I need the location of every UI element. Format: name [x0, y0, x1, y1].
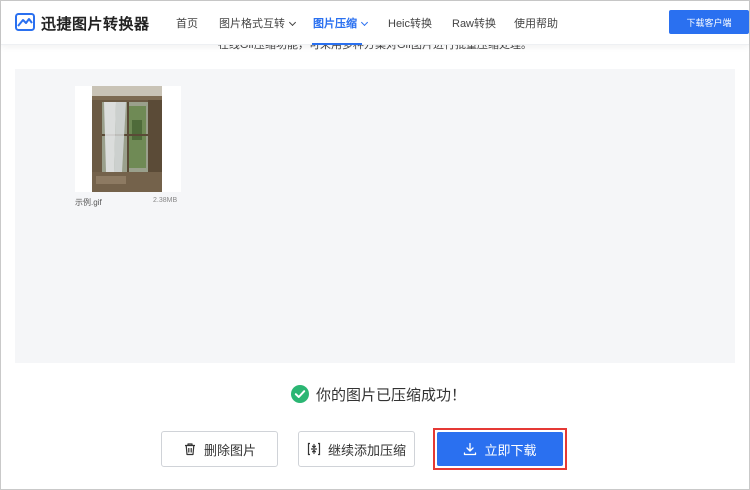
continue-add-compress-button[interactable]: 继续添加压缩: [298, 431, 415, 467]
file-name: 示例.gif: [75, 198, 102, 207]
nav-item-home[interactable]: 首页: [176, 15, 198, 31]
landscape-image-icon[interactable]: [15, 12, 35, 32]
nav-item-heic[interactable]: Heic转换: [388, 15, 432, 31]
download-highlight-frame: 立即下载: [433, 428, 567, 470]
nav-item-compress[interactable]: 图片压缩: [313, 15, 369, 31]
file-size: 2.38MB: [153, 197, 178, 204]
download-now-button[interactable]: 立即下载: [437, 432, 563, 466]
trash-icon: [184, 443, 195, 456]
nav-item-format-convert[interactable]: 图片格式互转: [219, 15, 297, 31]
nav-item-help[interactable]: 使用帮助: [514, 15, 558, 31]
app-title[interactable]: 迅捷图片转换器: [41, 13, 150, 34]
delete-image-button[interactable]: 删除图片: [161, 431, 278, 467]
check-circle-icon: [291, 385, 309, 403]
photo-preview: [92, 86, 162, 192]
active-tab-indicator: [312, 43, 362, 45]
compress-add-icon: [307, 442, 321, 456]
image-thumbnail[interactable]: [75, 86, 181, 192]
nav-item-raw[interactable]: Raw转换: [452, 15, 496, 31]
chevron-down-icon: [360, 18, 369, 27]
chevron-down-icon: [288, 18, 297, 27]
success-message: 你的图片已压缩成功！: [291, 384, 466, 404]
top-nav-bar: 迅捷图片转换器 首页 图片格式互转 图片压缩 Heic转换 Raw转换 使用帮助…: [1, 1, 749, 45]
download-client-button[interactable]: 下载客户端: [669, 10, 749, 34]
success-text: 你的图片已压缩成功！: [316, 386, 467, 404]
download-icon: [464, 442, 477, 456]
